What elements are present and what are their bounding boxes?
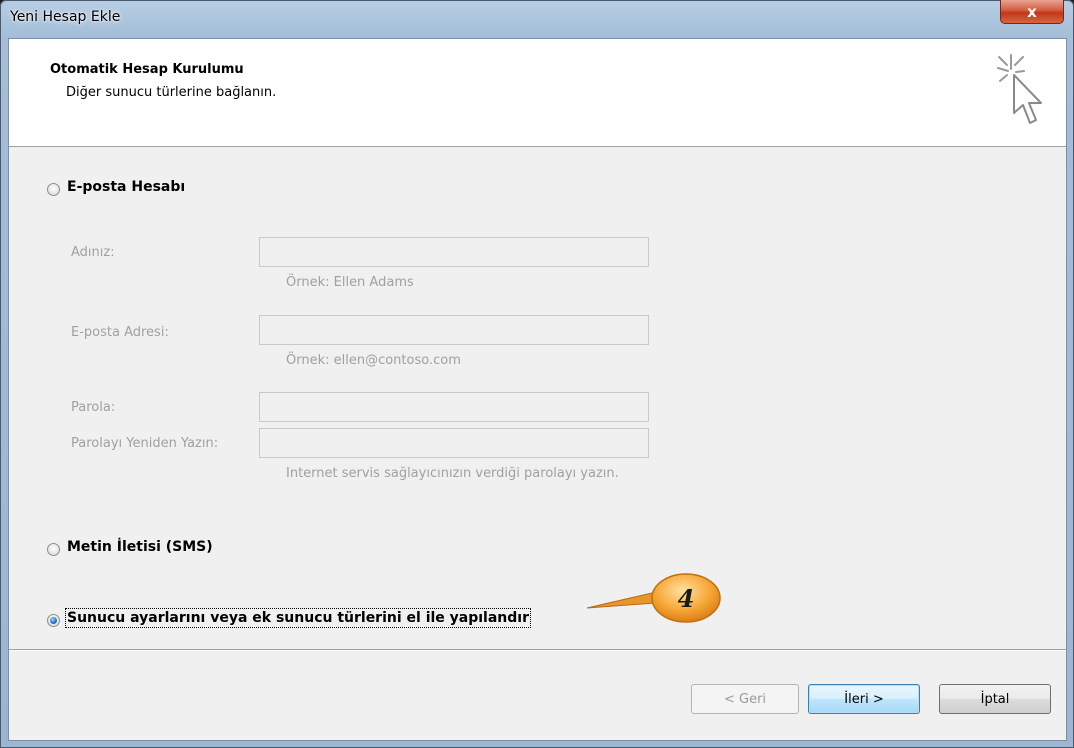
step-number: 4 <box>678 584 695 613</box>
dialog-content: Otomatik Hesap Kurulumu Diğer sunucu tür… <box>8 38 1067 741</box>
dialog-window: Yeni Hesap Ekle x Otomatik Hesap Kurulum… <box>0 0 1074 748</box>
sms-radio[interactable] <box>47 543 60 556</box>
cancel-button[interactable]: İptal <box>939 684 1051 714</box>
password-confirm-input[interactable] <box>259 428 649 458</box>
title-bar[interactable]: Yeni Hesap Ekle x <box>0 0 1074 38</box>
wizard-header: Otomatik Hesap Kurulumu Diğer sunucu tür… <box>9 39 1066 147</box>
email-address-hint: Örnek: ellen@contoso.com <box>286 353 461 368</box>
password-input[interactable] <box>259 392 649 422</box>
window-title: Yeni Hesap Ekle <box>10 9 121 25</box>
password-hint: Internet servis sağlayıcınızın verdiği p… <box>286 466 619 481</box>
email-address-label: E-posta Adresi: <box>71 325 169 340</box>
footer-divider <box>9 649 1066 651</box>
manual-config-radio[interactable] <box>47 614 60 627</box>
close-button[interactable]: x <box>1000 0 1064 24</box>
page-subtitle: Diğer sunucu türlerine bağlanın. <box>66 85 277 100</box>
email-address-input[interactable] <box>259 315 649 345</box>
step-callout: 4 <box>586 573 721 623</box>
name-input[interactable] <box>259 237 649 267</box>
password-label: Parola: <box>71 400 116 415</box>
sms-label[interactable]: Metin İletisi (SMS) <box>67 539 213 555</box>
wizard-cursor-sparkle-icon <box>997 54 1042 124</box>
back-button[interactable]: < Geri <box>691 684 799 714</box>
next-button[interactable]: İleri > <box>808 684 920 714</box>
password-confirm-label: Parolayı Yeniden Yazın: <box>71 436 219 451</box>
email-account-radio[interactable] <box>47 183 60 196</box>
name-label: Adınız: <box>71 245 115 260</box>
manual-config-label[interactable]: Sunucu ayarlarını veya ek sunucu türleri… <box>65 608 531 628</box>
page-title: Otomatik Hesap Kurulumu <box>50 62 244 77</box>
close-icon: x <box>1027 2 1037 21</box>
email-account-label[interactable]: E-posta Hesabı <box>67 179 185 195</box>
name-hint: Örnek: Ellen Adams <box>286 275 414 290</box>
